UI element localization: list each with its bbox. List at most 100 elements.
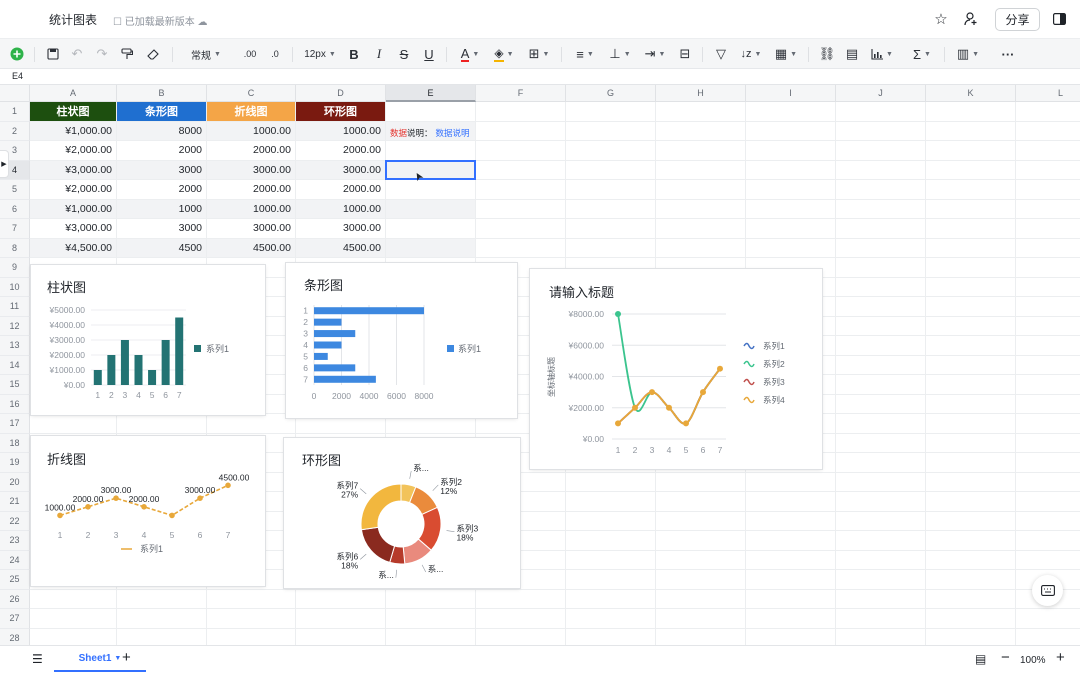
data-cell[interactable]: 2000 xyxy=(117,141,207,161)
grid-cell[interactable] xyxy=(476,628,566,645)
data-cell[interactable]: 2000.00 xyxy=(207,141,296,161)
grid-cell[interactable] xyxy=(746,609,836,629)
column-header-d[interactable]: D xyxy=(296,85,386,102)
row-header-11[interactable]: 11 xyxy=(0,297,30,317)
column-header-k[interactable]: K xyxy=(926,85,1016,102)
grid-cell[interactable] xyxy=(656,180,746,200)
chart-line[interactable]: 折线图 1000.00 1 2000.00 2 3000.00 3 2000.00 4 5 3000… xyxy=(31,436,265,586)
row-header-15[interactable]: 15 xyxy=(0,375,30,395)
data-cell[interactable]: 3000.00 xyxy=(207,219,296,239)
grid-cell[interactable] xyxy=(1016,122,1080,141)
data-cell[interactable]: 3000 xyxy=(117,219,207,239)
sort-icon[interactable]: ↓z ▼ xyxy=(737,43,765,65)
grid-cell[interactable] xyxy=(926,492,1016,512)
strikethrough-icon[interactable]: S xyxy=(395,43,413,65)
data-cell[interactable]: 4500 xyxy=(117,238,207,258)
data-cell[interactable]: 2000 xyxy=(117,180,207,200)
grid-cell[interactable] xyxy=(746,531,836,551)
grid-cell[interactable] xyxy=(926,297,1016,317)
row-header-20[interactable]: 20 xyxy=(0,472,30,492)
data-cell[interactable]: 1000.00 xyxy=(296,199,386,219)
grid-cell[interactable] xyxy=(386,609,476,629)
row-header-21[interactable]: 21 xyxy=(0,492,30,512)
grid-cell[interactable] xyxy=(656,199,746,219)
conditional-format-icon[interactable]: ▦ ▼ xyxy=(772,43,800,65)
row-header-23[interactable]: 23 xyxy=(0,531,30,551)
data-cell[interactable]: 2000.00 xyxy=(296,180,386,200)
grid-cell[interactable] xyxy=(1016,258,1080,278)
grid-cell[interactable] xyxy=(476,102,566,122)
column-header-c[interactable]: C xyxy=(207,85,296,102)
column-header-b[interactable]: B xyxy=(117,85,207,102)
insert-add-icon[interactable] xyxy=(8,43,26,65)
grid-cell[interactable] xyxy=(926,160,1016,180)
header-cell[interactable]: 柱状图 xyxy=(30,102,117,122)
grid-cell[interactable] xyxy=(1016,629,1080,646)
grid-cell[interactable] xyxy=(836,589,926,609)
grid-cell[interactable] xyxy=(836,121,926,141)
data-cell[interactable]: ¥1,000.00 xyxy=(30,121,117,141)
grid-cell[interactable] xyxy=(566,511,656,531)
expand-sidebar-arrow-icon[interactable]: ▶ xyxy=(0,150,9,178)
grid-cell[interactable] xyxy=(476,219,566,239)
data-cell[interactable]: 3000 xyxy=(117,160,207,180)
row-header-16[interactable]: 16 xyxy=(0,394,30,414)
grid-cell[interactable] xyxy=(566,628,656,645)
grid-cell[interactable] xyxy=(656,472,746,492)
grid-cell[interactable] xyxy=(746,550,836,570)
grid-cell[interactable] xyxy=(746,238,836,258)
grid-cell[interactable] xyxy=(656,570,746,590)
grid-cell[interactable] xyxy=(926,219,1016,239)
row-header-24[interactable]: 24 xyxy=(0,550,30,570)
grid-cell[interactable] xyxy=(836,102,926,122)
data-cell[interactable]: 1000.00 xyxy=(207,121,296,141)
decrease-decimal-icon[interactable]: .00 xyxy=(241,43,259,65)
grid-cell[interactable] xyxy=(207,414,296,434)
grid-cell[interactable] xyxy=(656,492,746,512)
chart-bar-columns[interactable]: 柱状图 ¥0.00 ¥1000.00 ¥2000.00 ¥3000.00 ¥4000.00… xyxy=(31,265,265,415)
data-cell[interactable]: 4500.00 xyxy=(296,238,386,258)
grid-cell[interactable] xyxy=(926,258,1016,278)
row-header-19[interactable]: 19 xyxy=(0,453,30,473)
font-color-icon[interactable]: A ▼ xyxy=(456,43,484,65)
chart-donut[interactable]: 环形图 系... 系列2 12% 系列3 18% 系... 系... 系列6 18% 系列7 27% xyxy=(284,438,520,588)
grid-cell[interactable] xyxy=(836,297,926,317)
grid-cell[interactable] xyxy=(836,492,926,512)
row-header-12[interactable]: 12 xyxy=(0,316,30,336)
grid-cell[interactable] xyxy=(1016,200,1080,219)
data-cell[interactable]: ¥2,000.00 xyxy=(30,180,117,200)
bold-icon[interactable]: B xyxy=(345,43,363,65)
format-painter-icon[interactable] xyxy=(118,43,136,65)
grid-cell[interactable] xyxy=(30,628,117,645)
grid-cell[interactable] xyxy=(926,336,1016,356)
grid-cell[interactable] xyxy=(836,219,926,239)
star-icon[interactable]: ☆ xyxy=(930,8,952,30)
filter-icon[interactable]: ▽ xyxy=(712,43,730,65)
fill-color-icon[interactable]: ◈ ▼ xyxy=(490,43,518,65)
data-cell[interactable]: 3000.00 xyxy=(296,160,386,180)
grid-cell[interactable] xyxy=(926,102,1016,122)
grid-cell[interactable] xyxy=(836,453,926,473)
function-sum-icon[interactable]: Σ ▼ xyxy=(908,43,936,65)
grid-cell[interactable] xyxy=(836,531,926,551)
zoom-level[interactable]: 100% xyxy=(1020,655,1046,666)
italic-icon[interactable]: I xyxy=(370,43,388,65)
grid-cell[interactable] xyxy=(836,160,926,180)
page-layout-icon[interactable]: ▤ xyxy=(975,652,986,666)
grid-cell[interactable] xyxy=(926,316,1016,336)
grid-cell[interactable] xyxy=(1016,356,1080,375)
grid-cell[interactable] xyxy=(1016,219,1080,239)
grid-cell[interactable] xyxy=(746,121,836,141)
zoom-out-icon[interactable]: − xyxy=(1001,649,1010,666)
grid-cell[interactable] xyxy=(926,453,1016,473)
vertical-align-icon[interactable]: ⊥ ▼ xyxy=(606,43,634,65)
grid-cell[interactable] xyxy=(117,589,207,609)
grid-cell[interactable] xyxy=(656,160,746,180)
grid-cell[interactable] xyxy=(746,102,836,122)
grid-cell[interactable] xyxy=(566,531,656,551)
row-header-7[interactable]: 7 xyxy=(0,219,30,239)
grid-cell[interactable] xyxy=(926,570,1016,590)
grid-cell[interactable] xyxy=(836,141,926,161)
grid-cell[interactable] xyxy=(836,472,926,492)
grid-cell[interactable] xyxy=(746,472,836,492)
